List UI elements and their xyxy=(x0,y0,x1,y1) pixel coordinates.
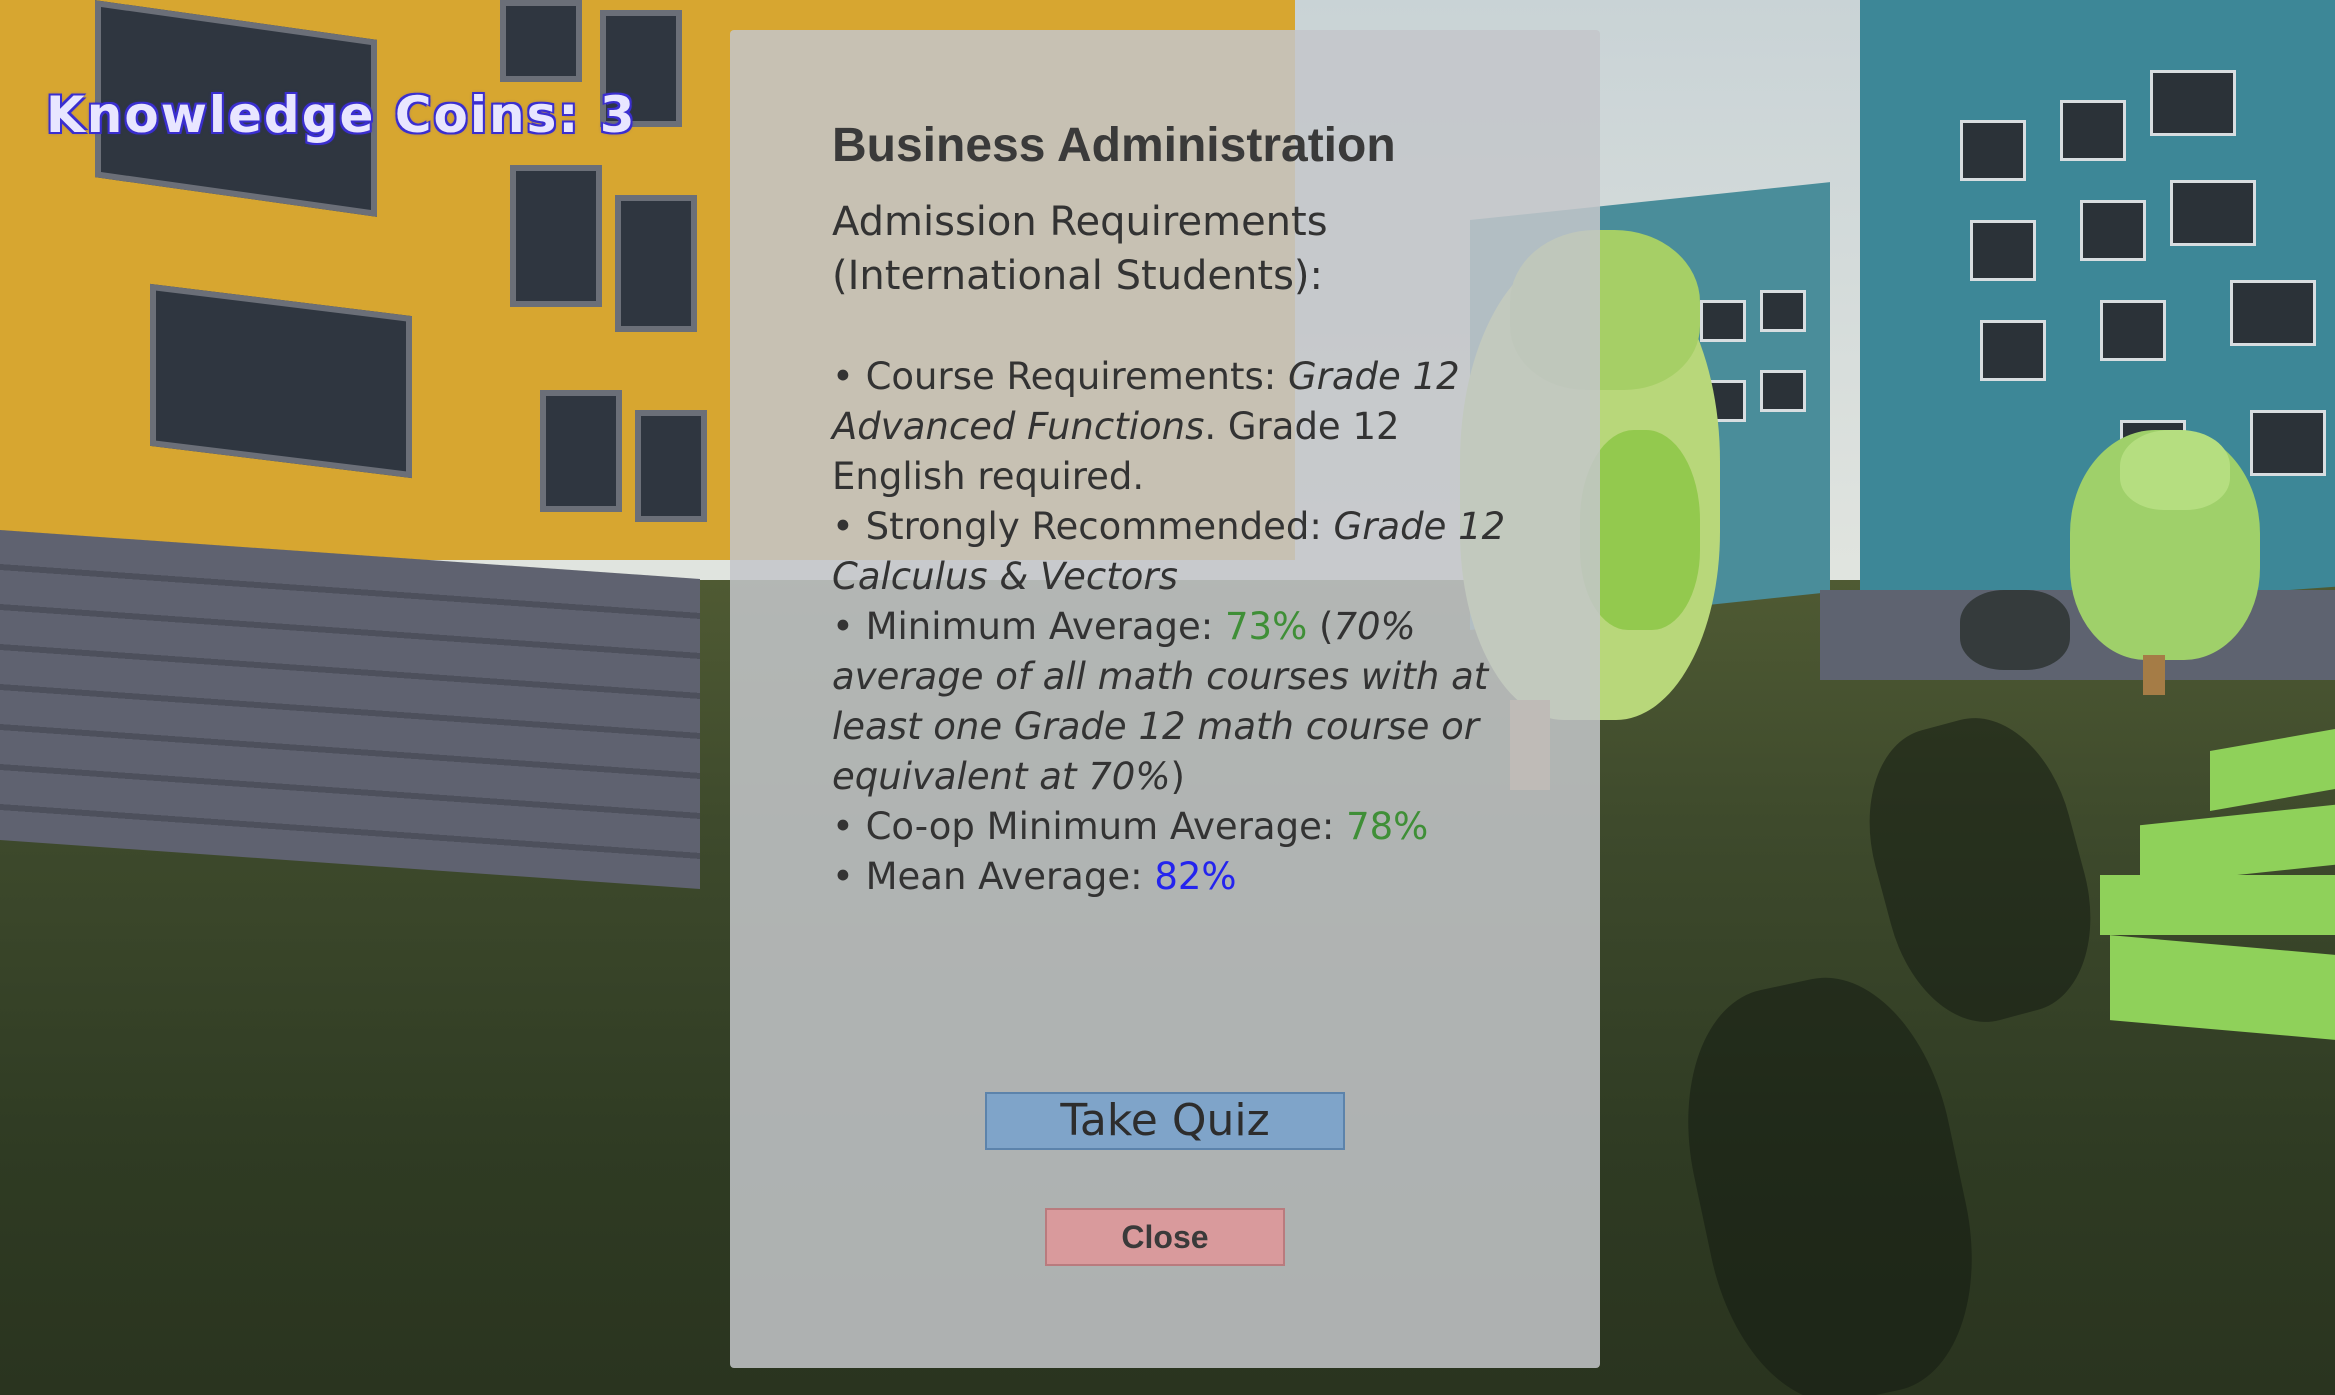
take-quiz-button[interactable]: Take Quiz xyxy=(985,1092,1345,1150)
building-window xyxy=(510,165,602,307)
program-title: Business Administration xyxy=(832,119,1396,172)
building-window xyxy=(500,0,582,82)
low-poly-tree-top xyxy=(2120,430,2230,510)
minimum-average-close-paren: ) xyxy=(1170,755,1185,798)
building-window xyxy=(1760,290,1806,332)
building-window xyxy=(615,195,697,332)
coop-minimum-average-value: 78% xyxy=(1346,805,1429,848)
course-requirements-item: • Course Requirements: Grade 12 Advanced… xyxy=(832,352,1522,502)
building-window xyxy=(2230,280,2316,346)
building-window xyxy=(1700,300,1746,342)
building-window xyxy=(2250,410,2326,476)
strongly-recommended-label: • Strongly Recommended: xyxy=(832,505,1334,548)
building-window xyxy=(2170,180,2256,246)
course-requirements-label: • Course Requirements: xyxy=(832,355,1288,398)
building-window xyxy=(635,410,707,522)
building-window xyxy=(1980,320,2046,381)
strongly-recommended-item: • Strongly Recommended: Grade 12 Calculu… xyxy=(832,502,1522,602)
requirements-heading: Admission Requirements (International St… xyxy=(832,199,1328,299)
close-button[interactable]: Close xyxy=(1045,1208,1285,1266)
building-window xyxy=(2100,300,2166,361)
minimum-average-item: • Minimum Average: 73% (70% average of a… xyxy=(832,602,1522,802)
building-window xyxy=(2060,100,2126,161)
tree-shadow xyxy=(1960,590,2070,670)
minimum-average-open-paren: ( xyxy=(1307,605,1334,648)
mean-average-label: • Mean Average: xyxy=(832,855,1155,898)
building-window xyxy=(1960,120,2026,181)
tree-trunk xyxy=(2143,655,2165,695)
requirements-list: • Course Requirements: Grade 12 Advanced… xyxy=(832,352,1522,902)
coop-minimum-average-item: • Co-op Minimum Average: 78% xyxy=(832,802,1522,852)
building-window xyxy=(150,283,412,479)
coop-minimum-average-label: • Co-op Minimum Average: xyxy=(832,805,1347,848)
knowledge-coins-counter: Knowledge Coins: 3 xyxy=(46,86,637,144)
building-window xyxy=(1970,220,2036,281)
building-window xyxy=(540,390,622,512)
mean-average-item: • Mean Average: 82% xyxy=(832,852,1522,902)
building-window xyxy=(2150,70,2236,136)
mean-average-value: 82% xyxy=(1154,855,1237,898)
building-foundation xyxy=(0,530,700,889)
building-window xyxy=(1760,370,1806,412)
building-window xyxy=(2080,200,2146,261)
minimum-average-label: • Minimum Average: xyxy=(832,605,1225,648)
program-info-dialog: Business Administration Admission Requir… xyxy=(730,30,1600,1368)
green-plane xyxy=(2100,875,2335,935)
minimum-average-value: 73% xyxy=(1224,605,1308,648)
